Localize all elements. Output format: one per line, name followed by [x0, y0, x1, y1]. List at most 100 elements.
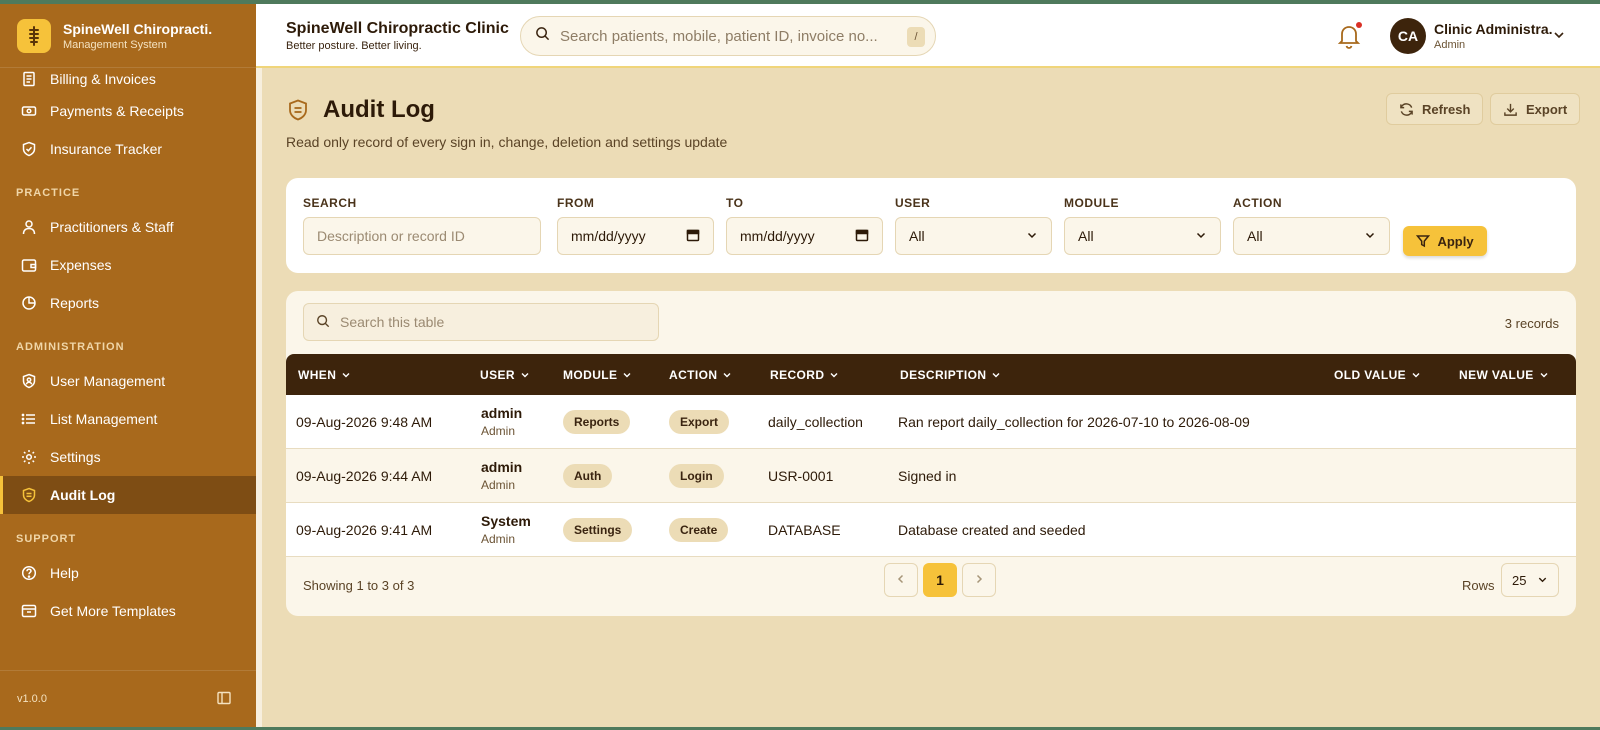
download-icon [1503, 102, 1518, 117]
sort-chevron-icon [1411, 370, 1421, 380]
sidebar-item-user-management[interactable]: User Management [0, 362, 256, 400]
section-support: SUPPORT [16, 533, 77, 545]
filter-action-value: All [1247, 228, 1263, 244]
sidebar-item-label: Payments & Receipts [50, 103, 184, 119]
page-title: Audit Log [323, 96, 435, 123]
filter-to: TO mm/dd/yyyy [726, 196, 883, 255]
section-practice: PRACTICE [16, 187, 81, 199]
module-badge: Reports [563, 410, 631, 434]
brand[interactable]: SpineWell Chiropracti. Management System [0, 4, 256, 68]
cell-when: 09-Aug-2026 9:48 AM [296, 414, 433, 430]
filter-from-date[interactable]: mm/dd/yyyy [557, 217, 714, 255]
table-row[interactable]: 09-Aug-2026 9:44 AM admin Admin Auth Log… [286, 449, 1576, 503]
filter-to-date[interactable]: mm/dd/yyyy [726, 217, 883, 255]
cell-description: Ran report daily_collection for 2026-07-… [898, 414, 1250, 430]
filter-user-select[interactable]: All [895, 217, 1052, 255]
apply-button[interactable]: Apply [1403, 226, 1487, 256]
sort-chevron-icon [1539, 370, 1549, 380]
column-new-value[interactable]: NEW VALUE [1459, 368, 1549, 382]
module-badge: Settings [563, 518, 633, 542]
global-search[interactable]: / [520, 16, 936, 56]
templates-icon [20, 602, 38, 620]
column-action[interactable]: ACTION [669, 368, 732, 382]
sidebar-item-reports[interactable]: Reports [0, 284, 256, 322]
audit-log-title-icon [286, 98, 310, 122]
sidebar-item-expenses[interactable]: Expenses [0, 246, 256, 284]
chevron-down-icon [1537, 573, 1548, 588]
column-label: MODULE [563, 368, 618, 382]
filter-user-value: All [909, 228, 925, 244]
notifications-button[interactable] [1336, 22, 1364, 50]
sidebar-item-help[interactable]: Help [0, 554, 256, 592]
column-record[interactable]: RECORD [770, 368, 839, 382]
filter-module: MODULE All [1064, 196, 1221, 255]
column-when[interactable]: WHEN [298, 368, 351, 382]
column-description[interactable]: DESCRIPTION [900, 368, 1001, 382]
wallet-icon [20, 256, 38, 274]
next-page-button[interactable] [962, 563, 996, 597]
sidebar-item-get-more-templates[interactable]: Get More Templates [0, 592, 256, 630]
table-row[interactable]: 09-Aug-2026 9:48 AM admin Admin Reports … [286, 395, 1576, 449]
sort-chevron-icon [991, 370, 1001, 380]
sidebar-item-label: User Management [50, 373, 166, 389]
sidebar-item-insurance-tracker[interactable]: Insurance Tracker [0, 130, 256, 168]
reports-icon [20, 294, 38, 312]
collapse-sidebar-icon[interactable] [216, 690, 232, 709]
calendar-icon[interactable] [686, 228, 700, 245]
user-name-text: admin [481, 405, 523, 421]
page-button-current[interactable]: 1 [923, 563, 957, 597]
table-search-input[interactable]: Search this table [303, 303, 659, 341]
sidebar-item-list-management[interactable]: List Management [0, 400, 256, 438]
sidebar-item-label: Settings [50, 449, 101, 465]
sidebar-item-audit-log[interactable]: Audit Log [0, 476, 256, 514]
sidebar-item-settings[interactable]: Settings [0, 438, 256, 476]
sidebar-footer: v1.0.0 [0, 670, 256, 727]
filter-action-select[interactable]: All [1233, 217, 1390, 255]
chevron-down-icon [1026, 228, 1038, 244]
avatar[interactable]: CA [1390, 18, 1426, 54]
rows-per-page-select[interactable]: 25 [1501, 563, 1559, 597]
sidebar-item-label: Expenses [50, 257, 112, 273]
filter-user: USER All [895, 196, 1052, 255]
invoice-icon [20, 70, 38, 88]
column-module[interactable]: MODULE [563, 368, 632, 382]
sidebar-item-practitioners-staff[interactable]: Practitioners & Staff [0, 208, 256, 246]
column-label: OLD VALUE [1334, 368, 1407, 382]
sort-chevron-icon [829, 370, 839, 380]
refresh-icon [1399, 102, 1414, 117]
filter-search-input[interactable]: Description or record ID [303, 217, 541, 255]
global-search-input[interactable] [560, 27, 890, 45]
sidebar-item-payments-receipts[interactable]: Payments & Receipts [0, 92, 256, 130]
sort-chevron-icon [722, 370, 732, 380]
sidebar: SpineWell Chiropracti. Management System… [0, 4, 256, 727]
sort-chevron-icon [622, 370, 632, 380]
calendar-icon[interactable] [855, 228, 869, 245]
table-row[interactable]: 09-Aug-2026 9:41 AM System Admin Setting… [286, 503, 1576, 557]
audit-icon [20, 486, 38, 504]
column-label: ACTION [669, 368, 718, 382]
action-badge: Create [669, 518, 729, 542]
sidebar-item-billing-invoices[interactable]: Billing & Invoices [0, 66, 256, 92]
export-button[interactable]: Export [1490, 93, 1581, 125]
prev-page-button[interactable] [884, 563, 918, 597]
sidebar-item-label: Get More Templates [50, 603, 176, 619]
column-old-value[interactable]: OLD VALUE [1334, 368, 1421, 382]
user-name[interactable]: Clinic Administra. [1434, 21, 1553, 37]
column-label: WHEN [298, 368, 337, 382]
column-user[interactable]: USER [480, 368, 530, 382]
cell-when: 09-Aug-2026 9:41 AM [296, 522, 433, 538]
gear-icon [20, 448, 38, 466]
chevron-down-icon[interactable] [1552, 28, 1566, 42]
search-icon [535, 26, 550, 46]
user-shield-icon [20, 372, 38, 390]
refresh-button[interactable]: Refresh [1386, 93, 1484, 125]
column-label: USER [480, 368, 515, 382]
filter-from-value: mm/dd/yyyy [571, 228, 646, 244]
filter-to-label: TO [726, 196, 744, 210]
chevron-down-icon [1195, 228, 1207, 244]
filter-module-select[interactable]: All [1064, 217, 1221, 255]
user-role-text: Admin [481, 478, 516, 492]
chevron-down-icon [1364, 228, 1376, 244]
sidebar-item-label: Billing & Invoices [50, 71, 156, 87]
sidebar-scrollbar[interactable] [256, 68, 262, 727]
